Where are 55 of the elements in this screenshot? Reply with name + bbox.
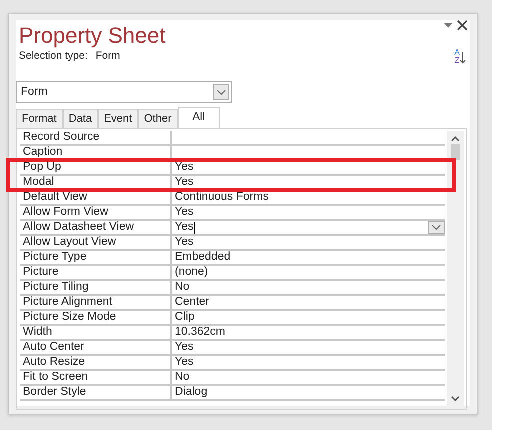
- property-value-field[interactable]: Dialog: [172, 386, 445, 400]
- property-name: Width: [20, 326, 172, 340]
- value-dropdown-button[interactable]: [428, 221, 445, 234]
- property-value-field[interactable]: Yes: [172, 221, 445, 234]
- property-name: Modal: [20, 176, 172, 190]
- property-name: Picture Tiling: [20, 281, 172, 294]
- property-name: Picture: [20, 266, 172, 280]
- property-value-field[interactable]: Yes: [172, 161, 445, 174]
- property-name: Allow Layout View: [20, 236, 172, 250]
- property-value-field[interactable]: (none): [172, 266, 445, 280]
- property-name: Auto Center: [20, 341, 172, 354]
- property-value-field[interactable]: No: [172, 281, 445, 294]
- property-name: Record Source: [20, 131, 172, 144]
- dropdown-arrow-icon[interactable]: [444, 23, 453, 28]
- property-value-field[interactable]: Yes: [172, 341, 445, 354]
- combo-dropdown-button[interactable]: [213, 84, 229, 100]
- chevron-down-icon: [432, 225, 441, 230]
- property-value-field[interactable]: 10.362cm: [172, 326, 445, 340]
- property-name: Fit to Screen: [20, 371, 172, 384]
- property-name: Picture Size Mode: [20, 311, 172, 324]
- property-name: Auto Resize: [20, 356, 172, 370]
- property-value-field[interactable]: Center: [172, 296, 445, 310]
- close-icon[interactable]: [457, 20, 468, 31]
- down-arrow-icon: [460, 50, 466, 64]
- scroll-up-icon[interactable]: [451, 136, 460, 142]
- property-value-field[interactable]: No: [172, 371, 445, 384]
- property-tab[interactable]: All: [178, 107, 220, 128]
- sort-az-button[interactable]: A Z: [454, 49, 466, 66]
- property-value-field[interactable]: Yes: [172, 176, 445, 190]
- property-value-field[interactable]: Yes: [172, 206, 445, 220]
- property-name: Picture Alignment: [20, 296, 172, 310]
- panel-title: Property Sheet: [19, 23, 166, 49]
- selection-type-label: Selection type:: [19, 49, 88, 64]
- property-value-field[interactable]: Continuous Forms: [172, 191, 445, 204]
- property-tab[interactable]: Event: [98, 109, 138, 128]
- scrollbar-thumb[interactable]: [451, 144, 460, 160]
- property-name: Pop Up: [20, 161, 172, 174]
- property-tab[interactable]: Other: [138, 109, 178, 128]
- property-name: Caption: [20, 146, 172, 160]
- property-name: Allow Datasheet View: [20, 221, 172, 234]
- property-name: Default View: [20, 191, 172, 204]
- property-tab[interactable]: Data: [62, 109, 98, 128]
- object-combo-box[interactable]: Form: [16, 81, 232, 104]
- selection-type-value: Form: [96, 49, 120, 64]
- property-name: Picture Type: [20, 251, 172, 264]
- scroll-down-icon[interactable]: [451, 396, 460, 402]
- property-tab[interactable]: Format: [16, 109, 63, 128]
- property-value-field[interactable]: Yes: [172, 356, 445, 370]
- property-name: Allow Form View: [20, 206, 172, 220]
- property-value-field[interactable]: Embedded: [172, 251, 445, 264]
- scrollbar[interactable]: [447, 131, 464, 408]
- property-value-field[interactable]: Yes: [172, 236, 445, 250]
- property-name: Border Style: [20, 386, 172, 400]
- chevron-down-icon: [216, 90, 226, 95]
- property-value-field[interactable]: Clip: [172, 311, 445, 324]
